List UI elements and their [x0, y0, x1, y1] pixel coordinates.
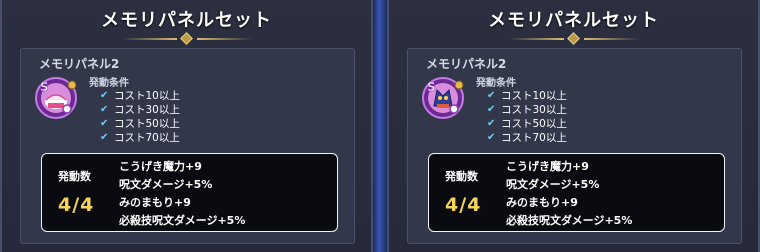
conditions-header: 発動条件: [476, 78, 516, 89]
check-icon: ✔: [100, 90, 109, 101]
check-icon: ✔: [487, 90, 496, 101]
title-ornament-diamond: [567, 32, 580, 45]
memory-panel-name: メモリパネル2: [39, 57, 120, 71]
rank-letter: S: [40, 80, 49, 94]
activation-count-label: 発動数: [58, 170, 91, 183]
check-icon: ✔: [100, 118, 109, 129]
title-ornament-left: [509, 38, 564, 40]
conditions-header: 発動条件: [89, 78, 129, 89]
activation-count-label: 発動数: [445, 170, 478, 183]
check-icon: ✔: [487, 132, 496, 143]
effect-item: こうげき魔力+9: [119, 160, 202, 173]
effect-item: 必殺技呪文ダメージ+5%: [506, 214, 633, 227]
condition-item: ✔ コスト50以上: [100, 118, 180, 130]
condition-item: ✔ コスト50以上: [487, 118, 567, 130]
title-ornament-left: [122, 38, 177, 40]
window-title: メモリパネルセット: [101, 10, 272, 31]
effect-item: 必殺技呪文ダメージ+5%: [119, 214, 246, 227]
check-icon: ✔: [487, 104, 496, 115]
effect-item: 呪文ダメージ+5%: [506, 178, 600, 191]
condition-item: ✔ コスト10以上: [100, 90, 180, 102]
title-ornament-right: [584, 38, 639, 40]
condition-item: ✔ コスト30以上: [487, 104, 567, 116]
memory-panel-set-window-left: メモリパネルセット メモリパネル2 S 発動条件 ✔ コスト10以上 ✔ コスト30…: [0, 0, 373, 252]
activation-count-value: 4/4: [445, 194, 482, 216]
check-icon: ✔: [100, 132, 109, 143]
effect-item: みのまもり+9: [506, 196, 578, 209]
title-ornament-diamond: [180, 32, 193, 45]
set-effect-box: 発動数 4/4 こうげき魔力+9 呪文ダメージ+5% みのまもり+9 必殺技呪文…: [41, 153, 338, 232]
check-icon: ✔: [100, 104, 109, 115]
blue-demon-icon[interactable]: S: [421, 76, 465, 120]
effect-item: こうげき魔力+9: [506, 160, 589, 173]
effect-item: みのまもり+9: [119, 196, 191, 209]
condition-item: ✔ コスト10以上: [487, 90, 567, 102]
check-icon: ✔: [487, 118, 496, 129]
memory-panel-set-window-right: メモリパネルセット メモリパネル2 S 発動条件 ✔ コスト10以上 ✔ コスト30…: [387, 0, 760, 252]
panel-divider: [373, 0, 387, 252]
set-effect-box: 発動数 4/4 こうげき魔力+9 呪文ダメージ+5% みのまもり+9 必殺技呪文…: [428, 153, 725, 232]
title-ornament-right: [197, 38, 252, 40]
condition-item: ✔ コスト70以上: [487, 132, 567, 144]
activation-count-value: 4/4: [58, 194, 95, 216]
effect-item: 呪文ダメージ+5%: [119, 178, 213, 191]
rank-letter: S: [427, 80, 436, 94]
condition-item: ✔ コスト30以上: [100, 104, 180, 116]
condition-item: ✔ コスト70以上: [100, 132, 180, 144]
window-title: メモリパネルセット: [488, 10, 659, 31]
cake-monster-icon[interactable]: S: [34, 76, 78, 120]
memory-panel-name: メモリパネル2: [426, 57, 507, 71]
